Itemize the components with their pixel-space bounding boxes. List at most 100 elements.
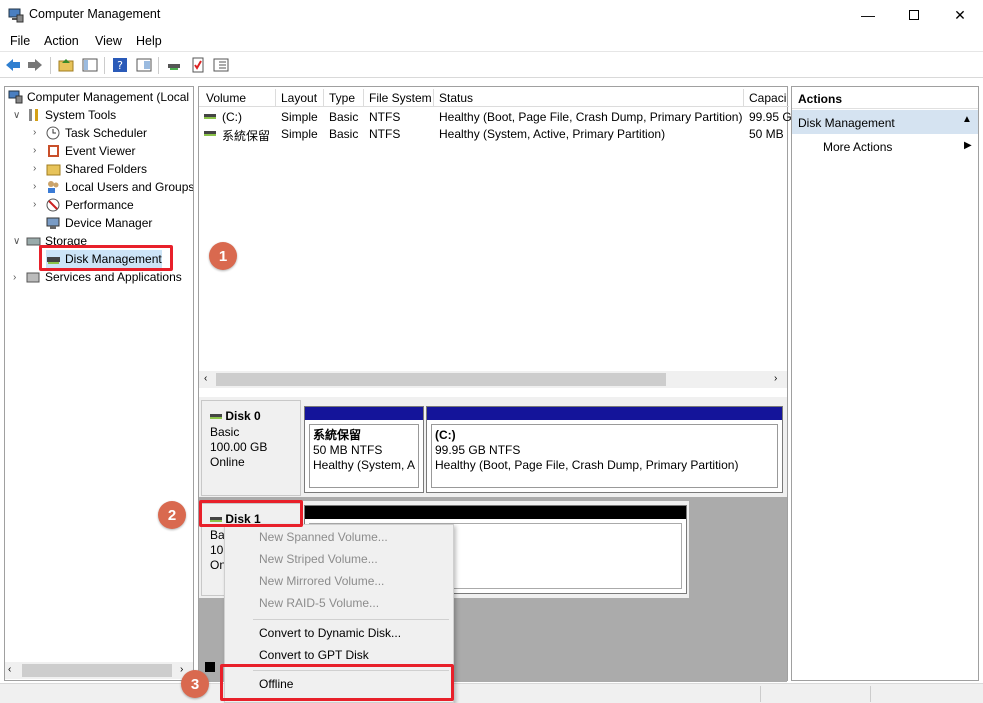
chevron-down-icon[interactable]: ∨ bbox=[13, 236, 20, 247]
scroll-left-icon[interactable]: ‹ bbox=[204, 373, 207, 384]
menu-bar: File Action View Help bbox=[0, 30, 983, 52]
menu-action[interactable]: Action bbox=[44, 34, 79, 48]
tree-item-performance[interactable]: Performance bbox=[46, 196, 134, 214]
tree-item-label: Event Viewer bbox=[65, 144, 136, 158]
device-manager-icon bbox=[46, 217, 60, 229]
properties-view-icon[interactable] bbox=[136, 57, 152, 73]
computer-management-icon bbox=[8, 90, 23, 104]
highlight-disk-management bbox=[39, 245, 173, 271]
disk0-type: Basic bbox=[210, 425, 240, 439]
partition-system-reserved[interactable]: 系統保留 50 MB NTFS Healthy (System, Ac bbox=[304, 406, 424, 493]
scroll-left-icon[interactable]: ‹ bbox=[8, 664, 11, 675]
scrollbar-thumb[interactable] bbox=[22, 664, 172, 677]
tree-item-shared-folders[interactable]: Shared Folders bbox=[46, 160, 147, 178]
volume-name: 系統保留 bbox=[222, 129, 271, 143]
tree-item-device-manager[interactable]: Device Manager bbox=[46, 214, 152, 232]
menu-new-spanned-volume: New Spanned Volume... bbox=[259, 530, 388, 544]
more-actions[interactable]: More Actions bbox=[823, 140, 892, 154]
disk0-size: 100.00 GB bbox=[210, 440, 268, 454]
event-viewer-icon bbox=[48, 145, 59, 157]
step-badge-1: 1 bbox=[209, 242, 237, 270]
column-file-system[interactable]: File System bbox=[369, 91, 432, 105]
volume-layout: Simple bbox=[281, 110, 318, 124]
tree-item-task-scheduler[interactable]: Task Scheduler bbox=[46, 124, 147, 142]
services-icon bbox=[26, 272, 40, 283]
menu-new-mirrored-volume: New Mirrored Volume... bbox=[259, 574, 385, 588]
tree-horizontal-scrollbar[interactable]: ‹ › bbox=[5, 662, 193, 679]
scroll-right-icon[interactable]: › bbox=[180, 664, 183, 675]
tree-item-label: Services and Applications bbox=[45, 270, 182, 284]
partition-status: Healthy (System, Ac bbox=[313, 458, 415, 472]
actions-section-label: Disk Management bbox=[798, 116, 895, 130]
volume-capacity: 50 MB bbox=[749, 127, 784, 141]
help-icon[interactable]: ? bbox=[112, 57, 128, 73]
scroll-right-icon[interactable]: › bbox=[774, 373, 777, 384]
chevron-right-icon[interactable]: › bbox=[33, 199, 36, 210]
column-capacity[interactable]: Capaci bbox=[749, 91, 786, 105]
table-row[interactable]: 系統保留 Simple Basic NTFS Healthy (System, … bbox=[199, 125, 787, 143]
volume-layout: Simple bbox=[281, 127, 318, 141]
menu-help[interactable]: Help bbox=[136, 34, 162, 48]
column-type[interactable]: Type bbox=[329, 91, 355, 105]
status-bar bbox=[0, 683, 983, 703]
column-volume[interactable]: Volume bbox=[206, 91, 246, 105]
volume-fs: NTFS bbox=[369, 110, 401, 124]
tree-item-local-users[interactable]: Local Users and Groups bbox=[46, 178, 194, 196]
volume-type: Basic bbox=[329, 127, 359, 141]
drive-icon bbox=[210, 414, 222, 420]
chevron-down-icon[interactable]: ∨ bbox=[13, 110, 20, 121]
checklist-icon[interactable] bbox=[190, 57, 206, 73]
chevron-right-icon[interactable]: › bbox=[33, 145, 36, 156]
tree-item-label: Performance bbox=[65, 198, 134, 212]
tree-item-system-tools[interactable]: System Tools bbox=[26, 106, 116, 124]
list-icon[interactable] bbox=[213, 57, 229, 73]
tree-root[interactable]: Computer Management (Local bbox=[8, 88, 189, 106]
partition-name: 系統保留 bbox=[313, 428, 362, 442]
step-badge-3: 3 bbox=[181, 670, 209, 698]
scrollbar-thumb[interactable] bbox=[216, 373, 666, 386]
volume-horizontal-scrollbar[interactable]: ‹ › bbox=[199, 371, 787, 388]
tree-item-label: Task Scheduler bbox=[65, 126, 148, 140]
close-button[interactable]: ✕ bbox=[937, 0, 983, 30]
tree-item-event-viewer[interactable]: Event Viewer bbox=[46, 142, 135, 160]
column-layout[interactable]: Layout bbox=[281, 91, 317, 105]
actions-section-disk-management[interactable]: Disk Management ▲ bbox=[792, 110, 978, 134]
collapse-up-icon[interactable]: ▲ bbox=[962, 114, 972, 125]
menu-file[interactable]: File bbox=[10, 34, 30, 48]
partition-size: 99.95 GB NTFS bbox=[435, 443, 521, 457]
show-hide-tree-icon[interactable] bbox=[82, 57, 98, 73]
tree-item-label: System Tools bbox=[45, 108, 117, 122]
connect-icon[interactable] bbox=[166, 57, 182, 73]
up-folder-icon[interactable] bbox=[58, 57, 74, 73]
partition-c-drive[interactable]: (C:) 99.95 GB NTFS Healthy (Boot, Page F… bbox=[426, 406, 783, 493]
chevron-right-icon[interactable]: › bbox=[13, 272, 16, 283]
forward-arrow-icon[interactable] bbox=[27, 57, 43, 73]
volume-name: (C:) bbox=[222, 110, 242, 124]
tree-item-label: Device Manager bbox=[65, 216, 153, 230]
tree-item-label: Shared Folders bbox=[65, 162, 148, 176]
chevron-right-icon[interactable]: › bbox=[33, 127, 36, 138]
disk0-status: Online bbox=[210, 455, 245, 469]
more-actions-label: More Actions bbox=[823, 140, 893, 154]
chevron-right-icon[interactable]: › bbox=[33, 181, 36, 192]
toolbar: ? bbox=[0, 53, 983, 78]
menu-new-striped-volume: New Striped Volume... bbox=[259, 552, 378, 566]
tree-item-label: Local Users and Groups bbox=[65, 180, 194, 194]
volume-type: Basic bbox=[329, 110, 359, 124]
menu-view[interactable]: View bbox=[95, 34, 122, 48]
maximize-button[interactable] bbox=[891, 0, 937, 30]
volume-status: Healthy (Boot, Page File, Crash Dump, Pr… bbox=[439, 110, 743, 124]
back-arrow-icon[interactable] bbox=[5, 57, 21, 73]
minimize-button[interactable]: — bbox=[845, 0, 891, 30]
actions-pane: Actions Disk Management ▲ More Actions ▶ bbox=[791, 86, 979, 681]
chevron-right-icon[interactable]: › bbox=[33, 163, 36, 174]
submenu-arrow-icon[interactable]: ▶ bbox=[964, 140, 972, 151]
disk0-label[interactable]: Disk 0 Basic 100.00 GB Online bbox=[201, 400, 301, 496]
title-bar: Computer Management — ✕ bbox=[0, 0, 983, 30]
step-badge-2: 2 bbox=[158, 501, 186, 529]
column-status[interactable]: Status bbox=[439, 91, 473, 105]
menu-convert-dynamic[interactable]: Convert to Dynamic Disk... bbox=[225, 623, 453, 645]
volume-table-header: Volume Layout Type File System Status Ca… bbox=[199, 88, 789, 107]
users-icon bbox=[48, 181, 59, 193]
table-row[interactable]: (C:) Simple Basic NTFS Healthy (Boot, Pa… bbox=[199, 108, 792, 125]
